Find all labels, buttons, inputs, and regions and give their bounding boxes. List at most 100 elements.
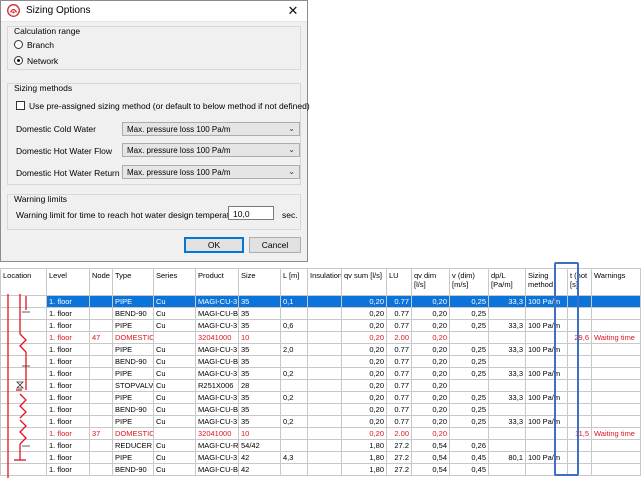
node-cell: [89, 463, 113, 476]
col-node[interactable]: Node: [89, 268, 113, 296]
length-cell: [280, 463, 308, 476]
col-type[interactable]: Type: [112, 268, 154, 296]
sizing-method-cell: [525, 307, 568, 320]
ok-button[interactable]: OK: [184, 237, 244, 253]
velocity-cell: [449, 331, 489, 344]
location-cell: [0, 307, 47, 320]
warnings-cell: [591, 367, 641, 380]
length-cell: 4,3: [280, 451, 308, 464]
col-sizing-method[interactable]: Sizing method: [525, 268, 568, 296]
table-row[interactable]: 1. floor PIPE Cu MAGI-CU-3 35 0,6 0,20 0.77 0,20…: [0, 319, 641, 332]
dp-l-cell: [488, 463, 526, 476]
sizing-method-cell: 100 Pa/m: [525, 451, 568, 464]
table-row[interactable]: 1. floor BEND-90 Cu MAGI-CU-B 35 0,20 0.77 0,20…: [0, 355, 641, 368]
length-cell: 0,2: [280, 367, 308, 380]
warning-limits-title: Warning limits: [14, 194, 68, 204]
col-lu[interactable]: LU: [386, 268, 412, 296]
qv-sum-cell: 1,80: [341, 439, 387, 452]
velocity-cell: [449, 379, 489, 392]
size-cell: 10: [238, 427, 281, 440]
col-product[interactable]: Product: [195, 268, 239, 296]
product-cell: MAGI-CU-3: [195, 319, 239, 332]
warning-limit-input[interactable]: 10,0: [228, 206, 274, 220]
product-cell: MAGI-CU-B: [195, 355, 239, 368]
level-cell: 1. floor: [46, 379, 90, 392]
col-series[interactable]: Series: [153, 268, 196, 296]
col-dp-l[interactable]: dp/L [Pa/m]: [488, 268, 526, 296]
t-hot-cell: [567, 463, 592, 476]
qv-dim-cell: 0,20: [411, 403, 450, 416]
col-velocity[interactable]: v (dim) [m/s]: [449, 268, 489, 296]
table-row[interactable]: 1. floor BEND-90 Cu MAGI-CU-B 42 1,80 27.2 0,54…: [0, 463, 641, 476]
table-row[interactable]: 1. floor 37 DOMESTIC 32041000 10 0,20 2.00 0,20…: [0, 427, 641, 440]
col-qv-dim[interactable]: qv dim [l/s]: [411, 268, 450, 296]
level-cell: 1. floor: [46, 295, 90, 308]
table-row[interactable]: 1. floor REDUCER Cu MAGI-CU-R 54/42 1,80 27.2 0…: [0, 439, 641, 452]
pre-assigned-label: Use pre-assigned sizing method (or defau…: [29, 101, 310, 111]
location-cell: [0, 367, 47, 380]
series-cell: Cu: [153, 415, 196, 428]
sizing-method-cell: 100 Pa/m: [525, 343, 568, 356]
qv-sum-cell: 0,20: [341, 319, 387, 332]
table-row[interactable]: 1. floor BEND-90 Cu MAGI-CU-B 35 0,20 0.77 0,20…: [0, 403, 641, 416]
hot-water-return-label: Domestic Hot Water Return: [16, 168, 120, 178]
table-row[interactable]: 1. floor PIPE Cu MAGI-CU-3 35 0,2 0,20 0.77 0,20…: [0, 415, 641, 428]
col-t-hot[interactable]: t (hot [s]: [567, 268, 592, 296]
qv-sum-cell: 0,20: [341, 391, 387, 404]
branch-radio[interactable]: [14, 40, 23, 49]
length-cell: 0,2: [280, 391, 308, 404]
length-cell: [280, 379, 308, 392]
chevron-down-icon: ⌄: [288, 124, 295, 133]
col-qv-sum[interactable]: qv sum [l/s]: [341, 268, 387, 296]
lu-cell: 0.77: [386, 355, 412, 368]
node-cell: [89, 379, 113, 392]
type-cell: STOPVALV: [112, 379, 154, 392]
lu-cell: 0.77: [386, 295, 412, 308]
hot-water-flow-select[interactable]: Max. pressure loss 100 Pa/m ⌄: [122, 143, 300, 157]
velocity-cell: 0,26: [449, 439, 489, 452]
location-cell: [0, 439, 47, 452]
cancel-button[interactable]: Cancel: [249, 237, 301, 253]
qv-dim-cell: 0,20: [411, 379, 450, 392]
qv-sum-cell: 1,80: [341, 463, 387, 476]
t-hot-cell: [567, 295, 592, 308]
series-cell: Cu: [153, 463, 196, 476]
product-cell: MAGI-CU-R: [195, 439, 239, 452]
size-cell: 35: [238, 355, 281, 368]
table-row[interactable]: 1. floor PIPE Cu MAGI-CU-3 35 0,1 0,20 0.77 0,20…: [0, 295, 641, 308]
node-cell: [89, 391, 113, 404]
cold-water-select[interactable]: Max. pressure loss 100 Pa/m ⌄: [122, 122, 300, 136]
size-cell: 10: [238, 331, 281, 344]
table-row[interactable]: 1. floor PIPE Cu MAGI-CU-3 35 0,2 0,20 0.77 0,20…: [0, 367, 641, 380]
qv-sum-cell: 0,20: [341, 331, 387, 344]
table-row[interactable]: 1. floor 47 DOMESTIC 32041000 10 0,20 2.00 0,20…: [0, 331, 641, 344]
table-row[interactable]: 1. floor BEND-90 Cu MAGI-CU-B 35 0,20 0.77 0,20…: [0, 307, 641, 320]
network-radio[interactable]: [14, 56, 23, 65]
t-hot-cell: 29,6: [567, 331, 592, 344]
node-cell: [89, 343, 113, 356]
col-length[interactable]: L [m]: [280, 268, 308, 296]
product-cell: MAGI-CU-3: [195, 367, 239, 380]
col-size[interactable]: Size: [238, 268, 281, 296]
qv-dim-cell: 0,20: [411, 391, 450, 404]
table-row[interactable]: 1. floor STOPVALV Cu R251X006 28 0,20 0.77 0,20: [0, 379, 641, 392]
col-level[interactable]: Level: [46, 268, 90, 296]
pre-assigned-checkbox[interactable]: [16, 101, 25, 110]
table-row[interactable]: 1. floor PIPE Cu MAGI-CU-3 35 0,2 0,20 0.77 0,20…: [0, 391, 641, 404]
table-row[interactable]: 1. floor PIPE Cu MAGI-CU-3 42 4,3 1,80 27.2 0,54…: [0, 451, 641, 464]
velocity-cell: 0,25: [449, 307, 489, 320]
table-row[interactable]: 1. floor PIPE Cu MAGI-CU-3 35 2,0 0,20 0.77 0,20…: [0, 343, 641, 356]
warnings-cell: [591, 307, 641, 320]
col-insulation[interactable]: Insulation: [307, 268, 342, 296]
close-icon[interactable]: ✕: [285, 3, 301, 19]
product-cell: MAGI-CU-B: [195, 403, 239, 416]
product-cell: 32041000: [195, 427, 239, 440]
col-location[interactable]: Location: [0, 268, 47, 296]
series-cell: Cu: [153, 319, 196, 332]
insulation-cell: [307, 307, 342, 320]
hot-water-return-select[interactable]: Max. pressure loss 100 Pa/m ⌄: [122, 165, 300, 179]
col-warnings[interactable]: Warnings: [591, 268, 641, 296]
level-cell: 1. floor: [46, 331, 90, 344]
type-cell: BEND-90: [112, 307, 154, 320]
dp-l-cell: [488, 439, 526, 452]
